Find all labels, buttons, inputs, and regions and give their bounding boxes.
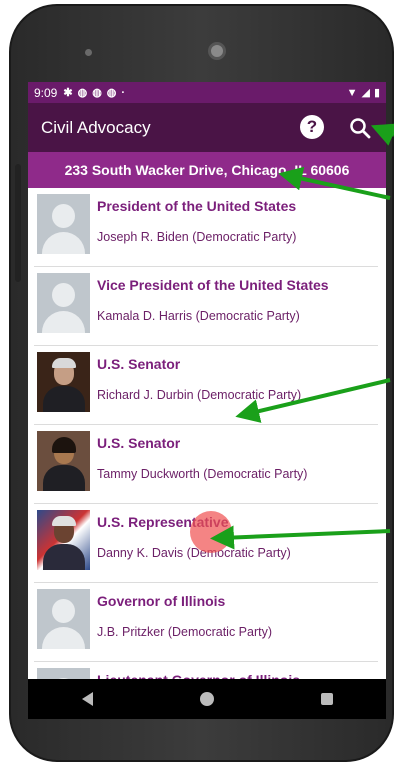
battery-icon: ▮ [373, 87, 380, 99]
list-item[interactable]: Governor of Illinois J.B. Pritzker (Demo… [34, 583, 378, 662]
notification-icon: ◍ [106, 87, 117, 99]
system-nav-bar [28, 679, 386, 719]
office-title: President of the United States [97, 198, 297, 214]
avatar [37, 589, 90, 649]
status-bar: 9:09 ✱ ◍ ◍ ◍ · ▼ ◢ ▮ [28, 82, 386, 103]
signal-icon: ◢ [361, 87, 370, 99]
avatar [37, 352, 90, 412]
office-title: U.S. Senator [97, 435, 181, 451]
office-title: U.S. Representative [97, 514, 229, 530]
officials-list: President of the United States Joseph R.… [28, 188, 386, 719]
notification-icon: ◍ [92, 87, 102, 99]
search-icon[interactable] [348, 116, 372, 140]
app-title: Civil Advocacy [41, 117, 151, 137]
phone-camera [208, 42, 226, 60]
list-item[interactable]: U.S. Representative Danny K. Davis (Demo… [34, 504, 378, 583]
official-name: Danny K. Davis (Democratic Party) [97, 546, 291, 560]
help-icon[interactable]: ? [300, 115, 324, 139]
list-item[interactable]: U.S. Senator Richard J. Durbin (Democrat… [34, 346, 378, 425]
office-title: U.S. Senator [97, 356, 181, 372]
address-bar[interactable]: 233 South Wacker Drive, Chicago, IL 6060… [28, 152, 386, 188]
app-bar: Civil Advocacy ? [28, 103, 386, 152]
office-title: Governor of Illinois [97, 593, 226, 609]
gear-icon: ✱ [63, 87, 73, 99]
avatar [37, 510, 90, 570]
official-name: Kamala D. Harris (Democratic Party) [97, 309, 300, 323]
official-name: Joseph R. Biden (Democratic Party) [97, 230, 297, 244]
avatar [37, 273, 90, 333]
avatar [37, 194, 90, 254]
official-name: J.B. Pritzker (Democratic Party) [97, 625, 273, 639]
official-name: Tammy Duckworth (Democratic Party) [97, 467, 308, 481]
notification-icon: ◍ [77, 87, 88, 99]
recents-icon[interactable] [320, 693, 333, 705]
home-icon[interactable] [199, 692, 214, 706]
address-text: 233 South Wacker Drive, Chicago, IL 6060… [64, 162, 350, 178]
list-item[interactable]: U.S. Senator Tammy Duckworth (Democratic… [34, 425, 378, 504]
phone-sensor [85, 49, 92, 56]
office-title: Vice President of the United States [97, 277, 329, 293]
phone-side-button [15, 164, 21, 282]
back-icon[interactable] [81, 692, 93, 706]
dot-icon: · [121, 86, 126, 99]
list-item[interactable]: Vice President of the United States Kama… [34, 267, 378, 346]
app-screen: 9:09 ✱ ◍ ◍ ◍ · ▼ ◢ ▮ Civil Advocacy ? 23… [28, 82, 386, 719]
avatar [37, 431, 90, 491]
wifi-icon: ▼ [346, 86, 358, 99]
official-name: Richard J. Durbin (Democratic Party) [97, 388, 302, 402]
status-time: 9:09 [34, 85, 58, 100]
list-item[interactable]: President of the United States Joseph R.… [34, 188, 378, 267]
